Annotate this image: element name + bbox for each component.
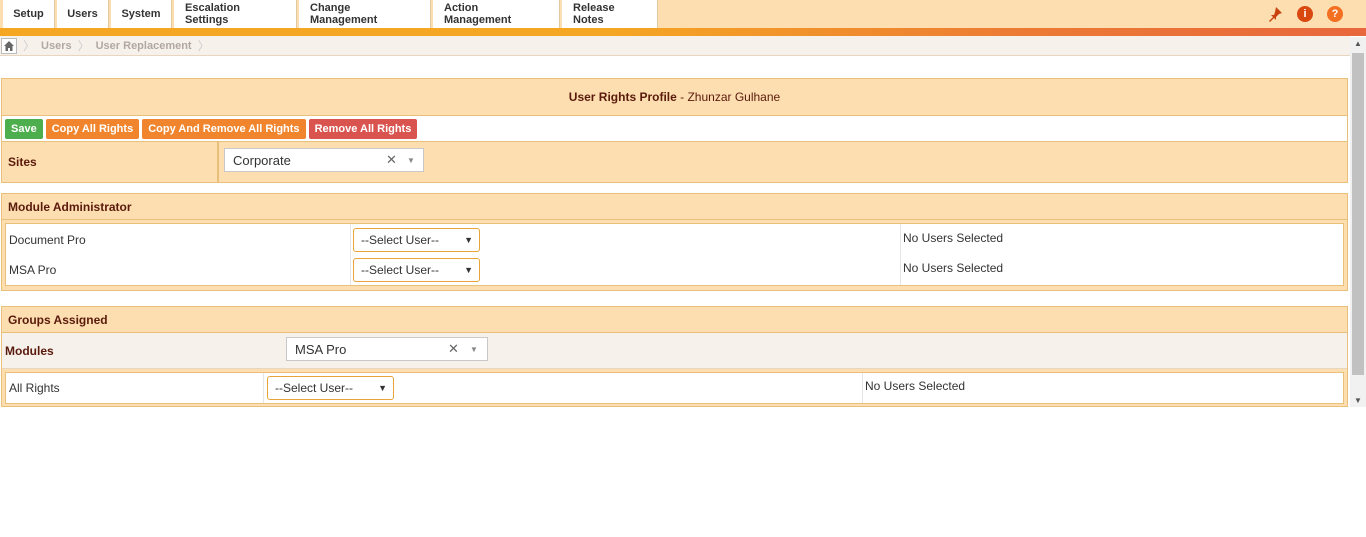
action-button-row: Save Copy All Rights Copy And Remove All… bbox=[2, 116, 1347, 142]
tab-setup[interactable]: Setup bbox=[3, 0, 55, 28]
groups-assigned-panel: Groups Assigned Modules MSA Pro ✕ ▼ All … bbox=[1, 306, 1348, 407]
modules-label: Modules bbox=[5, 344, 54, 358]
sites-select-value: Corporate bbox=[233, 152, 291, 168]
selection-status: No Users Selected bbox=[903, 261, 1004, 275]
tab-action-management[interactable]: Action Management bbox=[433, 0, 560, 28]
module-administrator-table: Document Pro --Select User-- ▼ No Users … bbox=[5, 223, 1344, 286]
select-user-value: --Select User-- bbox=[361, 233, 440, 247]
selection-status: No Users Selected bbox=[865, 379, 966, 393]
remove-all-rights-button[interactable]: Remove All Rights bbox=[308, 118, 418, 139]
tab-escalation-settings[interactable]: Escalation Settings bbox=[174, 0, 297, 28]
modules-row: Modules MSA Pro ✕ ▼ bbox=[2, 333, 1347, 369]
chevron-down-icon[interactable]: ▼ bbox=[407, 156, 415, 165]
select-user-dropdown[interactable]: --Select User-- ▼ bbox=[353, 228, 480, 252]
breadcrumb-separator: 〉 bbox=[197, 39, 210, 53]
top-icons: i ? bbox=[1266, 5, 1344, 23]
profile-title: User Rights Profile bbox=[568, 90, 677, 104]
module-name: All Rights bbox=[9, 381, 60, 395]
tab-system[interactable]: System bbox=[111, 0, 172, 28]
pin-icon[interactable] bbox=[1266, 5, 1284, 23]
dropdown-arrow-icon: ▼ bbox=[464, 265, 473, 275]
scroll-up-icon[interactable]: ▲ bbox=[1354, 39, 1362, 48]
dropdown-arrow-icon: ▼ bbox=[378, 383, 387, 393]
clear-icon[interactable]: ✕ bbox=[448, 341, 459, 357]
home-icon[interactable] bbox=[1, 37, 17, 54]
groups-assigned-title: Groups Assigned bbox=[2, 307, 1347, 333]
select-user-dropdown[interactable]: --Select User-- ▼ bbox=[267, 376, 394, 400]
profile-header: User Rights Profile - Zhunzar Gulhane bbox=[2, 79, 1347, 116]
select-user-value: --Select User-- bbox=[361, 263, 440, 277]
scrollbar-thumb[interactable] bbox=[1352, 53, 1364, 375]
sites-select[interactable]: Corporate ✕ ▼ bbox=[224, 148, 424, 172]
table-row: All Rights --Select User-- ▼ No Users Se… bbox=[6, 373, 1343, 403]
sites-row: Sites Corporate ✕ ▼ bbox=[2, 142, 1347, 182]
copy-and-remove-all-rights-button[interactable]: Copy And Remove All Rights bbox=[142, 118, 306, 139]
help-icon[interactable]: ? bbox=[1326, 5, 1344, 23]
user-rights-profile-panel: User Rights Profile - Zhunzar Gulhane Sa… bbox=[1, 78, 1348, 183]
tab-change-management[interactable]: Change Management bbox=[299, 0, 431, 28]
copy-all-rights-button[interactable]: Copy All Rights bbox=[45, 118, 140, 139]
vertical-scrollbar[interactable]: ▲ ▼ bbox=[1350, 37, 1366, 407]
main-tabs: Setup Users System Escalation Settings C… bbox=[3, 0, 660, 28]
selection-status: No Users Selected bbox=[903, 231, 1004, 245]
profile-user-name: - Zhunzar Gulhane bbox=[676, 90, 781, 104]
breadcrumb-users[interactable]: Users bbox=[41, 40, 72, 52]
save-button[interactable]: Save bbox=[5, 118, 43, 139]
table-row: MSA Pro --Select User-- ▼ No Users Selec… bbox=[6, 255, 1343, 285]
clear-icon[interactable]: ✕ bbox=[386, 152, 397, 168]
module-name: MSA Pro bbox=[9, 263, 57, 277]
table-row: Document Pro --Select User-- ▼ No Users … bbox=[6, 225, 1343, 255]
tab-users[interactable]: Users bbox=[57, 0, 109, 28]
tab-release-notes[interactable]: Release Notes bbox=[562, 0, 658, 28]
modules-select-value: MSA Pro bbox=[295, 341, 347, 357]
breadcrumb-separator: 〉 bbox=[77, 39, 90, 53]
breadcrumb: 〉 Users 〉 User Replacement 〉 bbox=[0, 36, 1350, 56]
sites-label: Sites bbox=[2, 142, 219, 182]
select-user-dropdown[interactable]: --Select User-- ▼ bbox=[353, 258, 480, 282]
top-navigation-bar: Setup Users System Escalation Settings C… bbox=[0, 0, 1366, 36]
module-administrator-title: Module Administrator bbox=[2, 194, 1347, 220]
module-administrator-panel: Module Administrator Document Pro --Sele… bbox=[1, 193, 1348, 291]
breadcrumb-separator: 〉 bbox=[23, 39, 36, 53]
scroll-down-icon[interactable]: ▼ bbox=[1354, 396, 1362, 405]
groups-table: All Rights --Select User-- ▼ No Users Se… bbox=[5, 372, 1344, 404]
modules-select[interactable]: MSA Pro ✕ ▼ bbox=[286, 337, 488, 361]
breadcrumb-user-replacement: User Replacement bbox=[95, 39, 192, 52]
info-icon[interactable]: i bbox=[1296, 5, 1314, 23]
select-user-value: --Select User-- bbox=[275, 381, 354, 395]
chevron-down-icon[interactable]: ▼ bbox=[470, 345, 478, 354]
module-name: Document Pro bbox=[9, 233, 86, 247]
accent-stripe bbox=[0, 28, 1366, 36]
dropdown-arrow-icon: ▼ bbox=[464, 235, 473, 245]
